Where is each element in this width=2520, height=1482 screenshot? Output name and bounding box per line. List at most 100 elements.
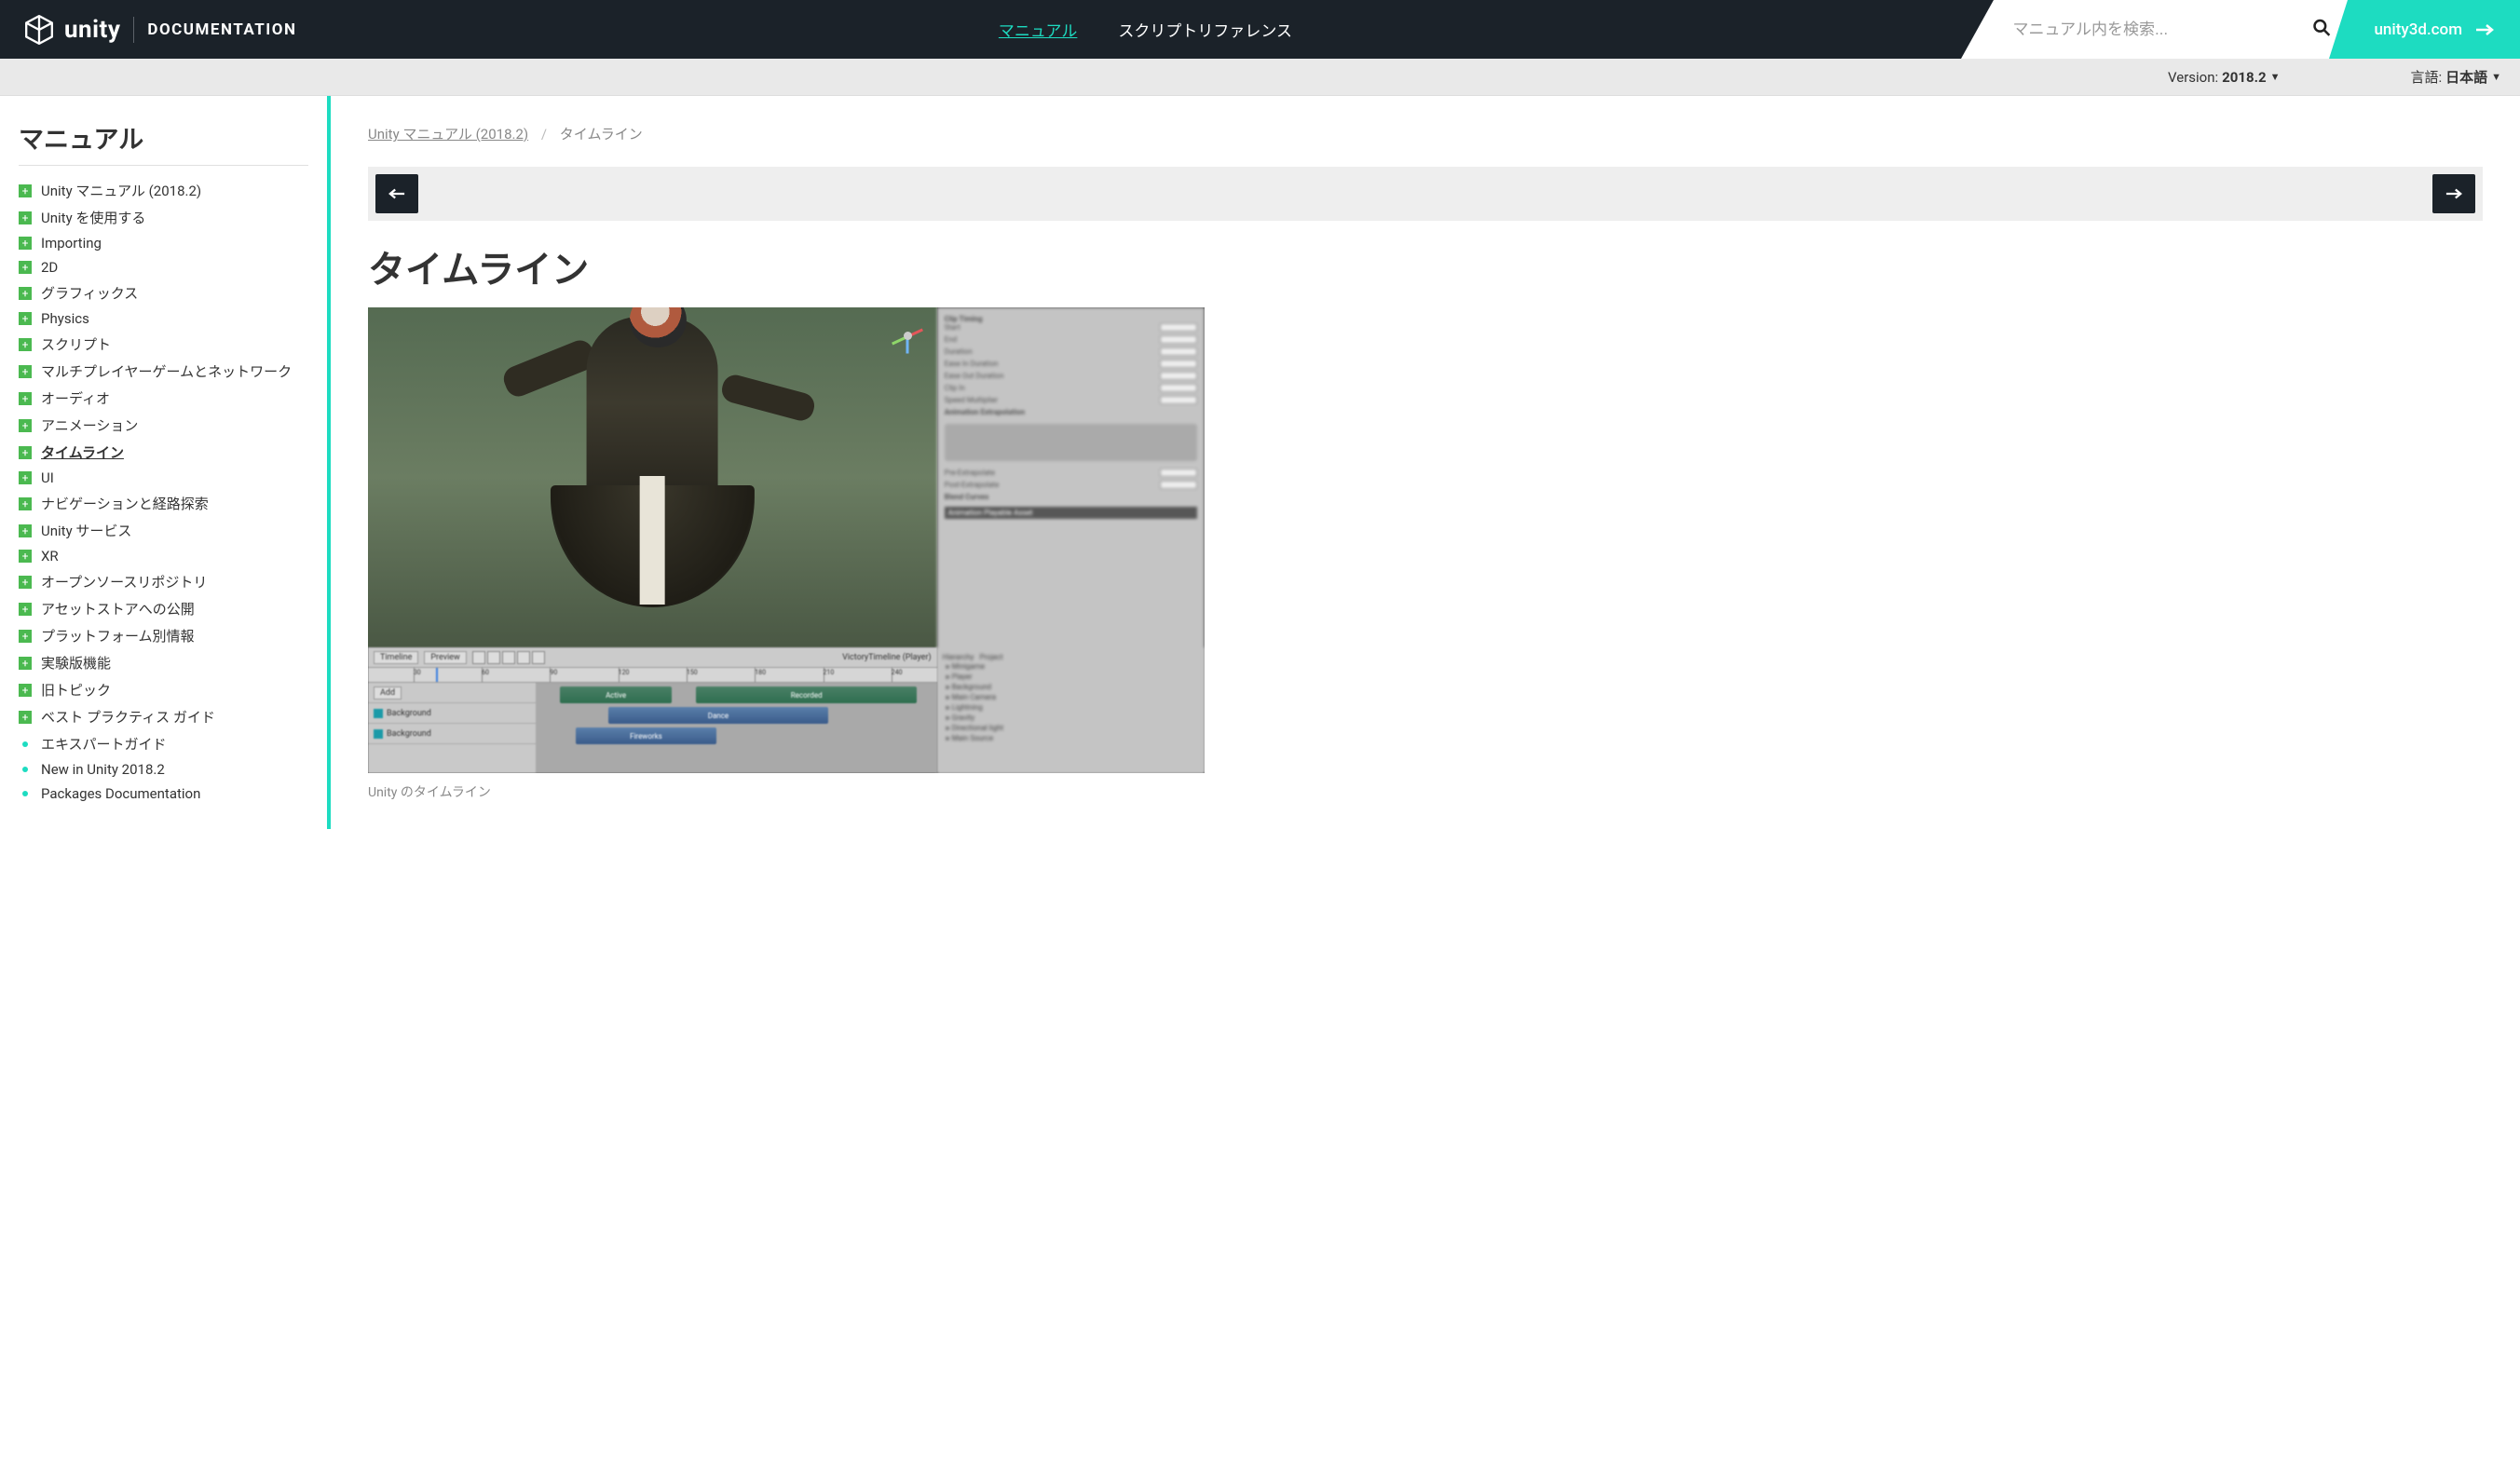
sidebar-item[interactable]: + アニメーション xyxy=(19,412,308,439)
sidebar-item[interactable]: +2D xyxy=(19,255,308,279)
breadcrumb-root[interactable]: Unity マニュアル (2018.2) xyxy=(368,126,528,143)
version-label: Version: xyxy=(2168,69,2218,86)
prev-frame-icon xyxy=(487,651,500,664)
timeline-tick-label: 210 xyxy=(824,669,835,676)
timeline-tick-label: 120 xyxy=(619,669,630,676)
figure-image: Clip Timing Start End Duration Ease In D… xyxy=(368,307,1205,773)
language-selector[interactable]: 言語: 日本語 ▼ xyxy=(2410,67,2501,87)
expand-icon: + xyxy=(19,365,32,378)
sidebar-item[interactable]: +Unity サービス xyxy=(19,517,308,544)
search-area xyxy=(1994,0,2348,59)
hierarchy-item: ▸ Lightning xyxy=(943,702,1199,713)
hierarchy-item: ▸ Minigame xyxy=(943,661,1199,672)
sidebar-item[interactable]: Packages Documentation xyxy=(19,782,308,806)
sidebar-item[interactable]: + Unity マニュアル (2018.2) xyxy=(19,177,308,204)
next-frame-icon xyxy=(517,651,530,664)
sidebar-item[interactable]: +Unity を使用する xyxy=(19,204,308,231)
brand-text: unity xyxy=(64,16,120,44)
top-header: unity DOCUMENTATION マニュアル スクリプトリファレンス un… xyxy=(0,0,2520,59)
header-divider xyxy=(133,17,134,43)
sidebar-item-label: Packages Documentation xyxy=(41,785,200,802)
timeline-clip-recorded: Recorded xyxy=(696,687,917,703)
skip-start-icon xyxy=(472,651,485,664)
hierarchy-item: ▸ Player xyxy=(943,672,1199,682)
sidebar-item-label: オーディオ xyxy=(41,388,110,408)
caret-down-icon: ▼ xyxy=(2491,71,2501,83)
sidebar-item[interactable]: +Physics xyxy=(19,306,308,331)
sidebar-item-label: 2D xyxy=(41,259,58,276)
version-selector[interactable]: Version: 2018.2 ▼ xyxy=(2168,69,2280,86)
sidebar-item[interactable]: +オーディオ xyxy=(19,385,308,412)
search-icon[interactable] xyxy=(2312,18,2331,41)
sidebar-item[interactable]: +旧トピック xyxy=(19,676,308,703)
sidebar-item-label: Unity マニュアル (2018.2) xyxy=(41,181,201,200)
sidebar-item[interactable]: + スクリプト xyxy=(19,331,308,358)
editor-timeline-panel: Timeline Preview VictoryTimeline (Player… xyxy=(368,647,937,773)
sidebar-item-label: 旧トピック xyxy=(41,680,111,700)
sidebar-item[interactable]: +マルチプレイヤーゲームとネットワーク xyxy=(19,358,308,385)
timeline-tab: Timeline xyxy=(374,651,418,664)
inspector-extrap: Animation Extrapolation xyxy=(945,408,1025,416)
sidebar-item-label: Importing xyxy=(41,235,102,252)
timeline-tick-label: 150 xyxy=(687,669,698,676)
sidebar-item[interactable]: +タイムライン xyxy=(19,439,308,466)
expand-icon: + xyxy=(19,184,32,197)
sidebar-item[interactable]: +プラットフォーム別情報 xyxy=(19,622,308,649)
tab-script-reference[interactable]: スクリプトリファレンス xyxy=(1097,0,1313,59)
arrow-right-icon xyxy=(2475,23,2494,36)
prev-page-button[interactable] xyxy=(375,174,418,213)
header-tabs: マニュアル スクリプトリファレンス xyxy=(296,0,1994,59)
header-brand[interactable]: unity DOCUMENTATION xyxy=(0,0,296,59)
sidebar-item[interactable]: New in Unity 2018.2 xyxy=(19,757,308,782)
timeline-transport xyxy=(472,651,545,664)
sidebar-tree: +Unity マニュアル (2018.2)+Unity を使用する+Import… xyxy=(19,177,308,806)
content: Unity マニュアル (2018.2) / タイムライン タイムライン xyxy=(331,96,2520,829)
timeline-clip-dance: Dance xyxy=(608,707,829,724)
sidebar-item-label: 実験版機能 xyxy=(41,653,111,673)
breadcrumb-separator: / xyxy=(541,126,547,143)
sidebar-item-label: エキスパートガイド xyxy=(41,734,167,754)
sidebar-item-label: New in Unity 2018.2 xyxy=(41,761,165,778)
next-page-button[interactable] xyxy=(2432,174,2475,213)
main-layout: マニュアル +Unity マニュアル (2018.2)+Unity を使用する+… xyxy=(0,96,2520,829)
sidebar: マニュアル +Unity マニュアル (2018.2)+Unity を使用する+… xyxy=(0,96,331,829)
expand-icon: + xyxy=(19,338,32,351)
sidebar-item-label: アセットストアへの公開 xyxy=(41,599,195,619)
sidebar-item-label: アニメーション xyxy=(41,415,138,435)
breadcrumb-current: タイムライン xyxy=(560,126,643,143)
sidebar-item[interactable]: +UI xyxy=(19,466,308,490)
language-value: 日本語 xyxy=(2445,67,2487,87)
hierarchy-item: ▸ Main Camera xyxy=(943,692,1199,702)
sidebar-item[interactable]: +グラフィックス xyxy=(19,279,308,306)
expand-icon: + xyxy=(19,312,32,325)
timeline-track2: Background xyxy=(387,729,431,739)
search-input[interactable] xyxy=(1994,0,2348,59)
sidebar-item[interactable]: +実験版機能 xyxy=(19,649,308,676)
sidebar-item[interactable]: + Importing xyxy=(19,231,308,255)
expand-icon: + xyxy=(19,211,32,224)
timeline-asset: VictoryTimeline (Player) xyxy=(842,653,932,662)
skip-end-icon xyxy=(532,651,545,664)
expand-icon: + xyxy=(19,603,32,616)
expand-icon: + xyxy=(19,550,32,563)
breadcrumb: Unity マニュアル (2018.2) / タイムライン xyxy=(368,124,2483,143)
page-nav xyxy=(368,167,2483,221)
timeline-add: Add xyxy=(374,687,402,700)
expand-icon: + xyxy=(19,446,32,459)
sidebar-item[interactable]: +ベスト プラクティス ガイド xyxy=(19,703,308,730)
sub-header: Version: 2018.2 ▼ 言語: 日本語 ▼ xyxy=(0,59,2520,96)
sidebar-item[interactable]: +ナビゲーションと経路探索 xyxy=(19,490,308,517)
sidebar-title: マニュアル xyxy=(19,119,308,166)
sidebar-item-label: スクリプト xyxy=(41,334,111,354)
sidebar-item[interactable]: +XR xyxy=(19,544,308,568)
sidebar-item[interactable]: +オープンソースリポジトリ xyxy=(19,568,308,595)
unity3d-external-link[interactable]: unity3d.com xyxy=(2348,0,2520,59)
inspector-blend: Blend Curves xyxy=(945,493,989,501)
sidebar-item[interactable]: エキスパートガイド xyxy=(19,730,308,757)
expand-icon: + xyxy=(19,237,32,250)
expand-icon: + xyxy=(19,419,32,432)
tab-manual[interactable]: マニュアル xyxy=(978,0,1098,59)
page-title: タイムライン xyxy=(368,239,2483,293)
sidebar-item[interactable]: + アセットストアへの公開 xyxy=(19,595,308,622)
sidebar-item-label: ベスト プラクティス ガイド xyxy=(41,707,215,727)
